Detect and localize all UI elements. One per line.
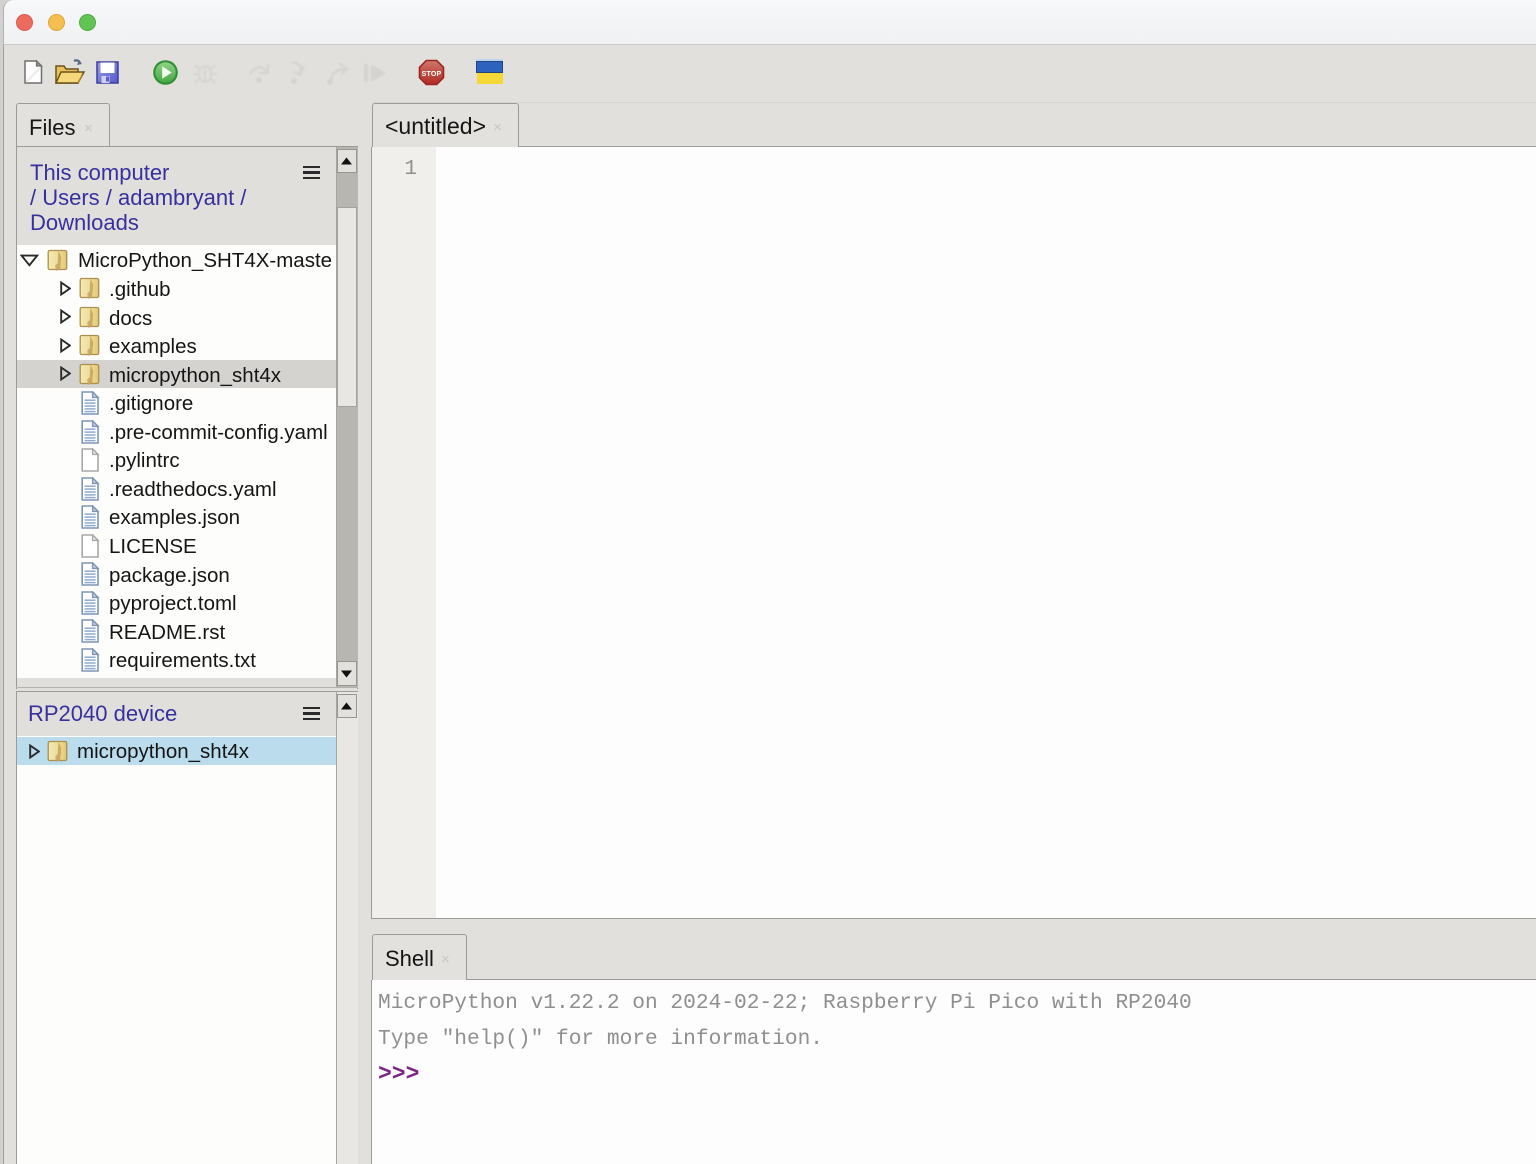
svg-text:STOP: STOP bbox=[422, 71, 442, 78]
